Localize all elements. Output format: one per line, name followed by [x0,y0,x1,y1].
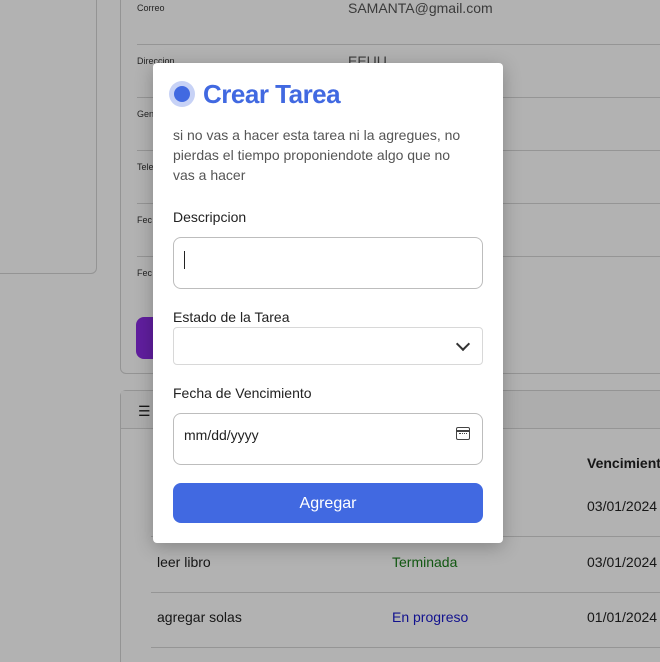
description-label: Descripcion [173,209,247,225]
create-task-modal: Crear Tarea si no vas a hacer esta tarea… [153,63,503,543]
circle-dot-icon [169,81,195,107]
text-caret [184,251,185,269]
modal-title: Crear Tarea [203,79,341,109]
calendar-icon[interactable] [456,427,470,440]
status-label: Estado de la Tarea [173,309,290,325]
due-date-input[interactable]: mm/dd/yyyy [173,413,483,465]
due-date-placeholder: mm/dd/yyyy [184,427,259,443]
due-date-label: Fecha de Vencimiento [173,385,312,401]
status-select[interactable] [173,327,483,365]
description-input[interactable] [173,237,483,289]
chevron-down-icon [455,336,471,352]
modal-subtitle: si no vas a hacer esta tarea ni la agreg… [173,127,461,183]
add-task-button[interactable]: Agregar [173,483,483,523]
